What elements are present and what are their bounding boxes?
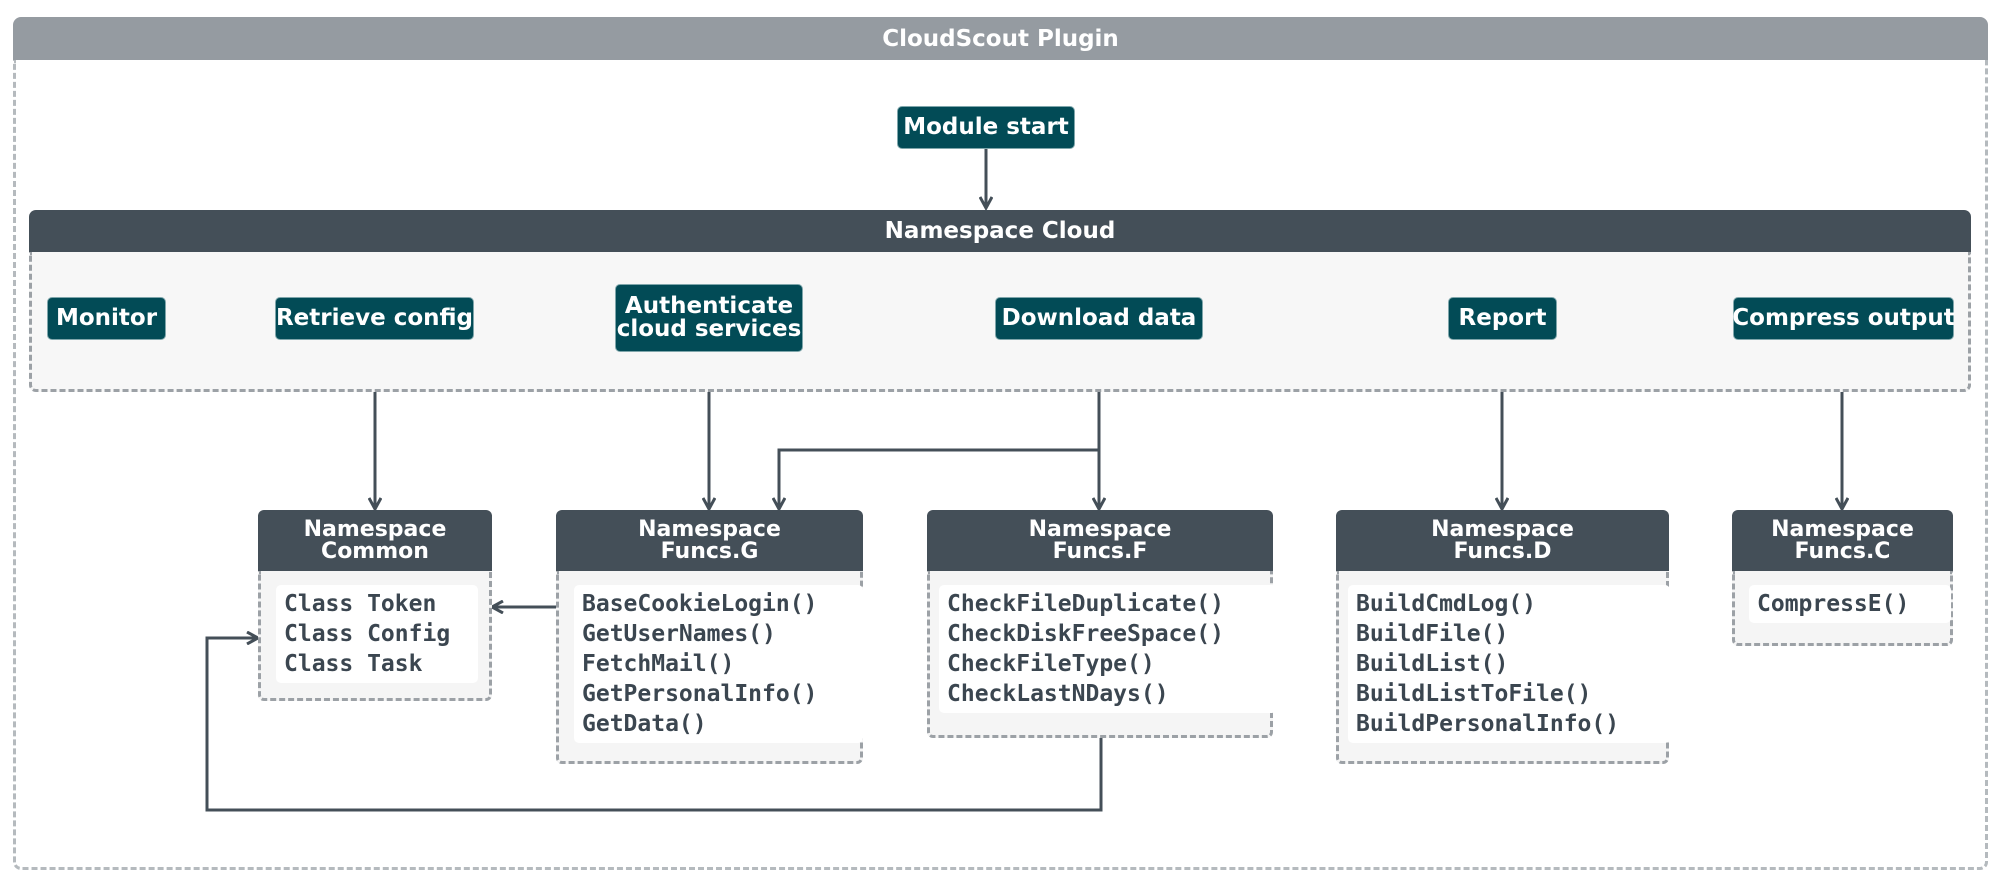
step-report[interactable]: Report: [1448, 297, 1557, 340]
namespace-funcs-c-title: Namespace Funcs.C: [1732, 510, 1953, 571]
namespace-funcs-f-title: Namespace Funcs.F: [927, 510, 1273, 571]
ns-funcs-c-line1: Namespace: [1771, 516, 1914, 542]
list-item[interactable]: GetUserNames(): [582, 619, 855, 649]
ns-funcs-f-line2: Funcs.F: [1052, 538, 1148, 564]
step-compress-output[interactable]: Compress output: [1732, 297, 1955, 340]
list-item[interactable]: CompressE(): [1757, 589, 1943, 619]
list-item[interactable]: BuildFile(): [1356, 619, 1662, 649]
list-item[interactable]: CheckLastNDays(): [947, 679, 1269, 709]
ns-funcs-c-line2: Funcs.C: [1794, 538, 1891, 564]
ns-funcs-f-list: CheckFileDuplicate() CheckDiskFreeSpace(…: [939, 585, 1277, 713]
ns-common-line2: Common: [321, 538, 429, 564]
list-item[interactable]: CheckFileType(): [947, 649, 1269, 679]
namespace-funcs-d-title: Namespace Funcs.D: [1336, 510, 1669, 571]
namespace-funcs-g-title: Namespace Funcs.G: [556, 510, 863, 571]
list-item[interactable]: BuildListToFile(): [1356, 679, 1662, 709]
ns-funcs-g-line1: Namespace: [638, 516, 781, 542]
step-authenticate-line1: Authenticate: [624, 293, 794, 319]
namespace-cloud-title: Namespace Cloud: [29, 210, 1971, 252]
step-authenticate[interactable]: Authenticate cloud services: [615, 284, 803, 352]
step-authenticate-line2: cloud services: [616, 316, 802, 342]
ns-funcs-g-line2: Funcs.G: [660, 538, 759, 564]
list-item[interactable]: CheckFileDuplicate(): [947, 589, 1269, 619]
ns-common-line1: Namespace: [303, 516, 447, 542]
ns-funcs-f-line1: Namespace: [1028, 516, 1172, 542]
namespace-funcs-f-body: CheckFileDuplicate() CheckDiskFreeSpace(…: [927, 571, 1277, 738]
list-item[interactable]: Class Token: [284, 589, 470, 619]
step-download-data[interactable]: Download data: [995, 297, 1203, 340]
ns-funcs-g-list: BaseCookieLogin() GetUserNames() FetchMa…: [574, 585, 863, 743]
module-start-node[interactable]: Module start: [897, 106, 1075, 149]
namespace-funcs-c-body: CompressE(): [1732, 571, 1953, 646]
namespace-common-body: Class Token Class Config Class Task: [258, 571, 492, 701]
list-item[interactable]: Class Config: [284, 619, 470, 649]
ns-common-list: Class Token Class Config Class Task: [276, 585, 478, 683]
namespace-funcs-g-body: BaseCookieLogin() GetUserNames() FetchMa…: [556, 571, 863, 764]
list-item[interactable]: BuildList(): [1356, 649, 1662, 679]
ns-funcs-d-list: BuildCmdLog() BuildFile() BuildList() Bu…: [1348, 585, 1670, 743]
list-item[interactable]: Class Task: [284, 649, 470, 679]
list-item[interactable]: GetData(): [582, 709, 855, 739]
namespace-common-title: Namespace Common: [258, 510, 492, 571]
list-item[interactable]: FetchMail(): [582, 649, 855, 679]
list-item[interactable]: BuildCmdLog(): [1356, 589, 1662, 619]
ns-funcs-c-list: CompressE(): [1749, 585, 1951, 623]
step-monitor[interactable]: Monitor: [47, 297, 166, 340]
list-item[interactable]: CheckDiskFreeSpace(): [947, 619, 1269, 649]
list-item[interactable]: GetPersonalInfo(): [582, 679, 855, 709]
namespace-funcs-d-body: BuildCmdLog() BuildFile() BuildList() Bu…: [1336, 571, 1670, 764]
list-item[interactable]: BuildPersonalInfo(): [1356, 709, 1662, 739]
list-item[interactable]: BaseCookieLogin(): [582, 589, 855, 619]
ns-funcs-d-line2: Funcs.D: [1453, 538, 1552, 564]
edge-download-funcsg: [779, 448, 1099, 509]
ns-funcs-d-line1: Namespace: [1431, 516, 1574, 542]
step-retrieve-config[interactable]: Retrieve config: [275, 297, 474, 340]
